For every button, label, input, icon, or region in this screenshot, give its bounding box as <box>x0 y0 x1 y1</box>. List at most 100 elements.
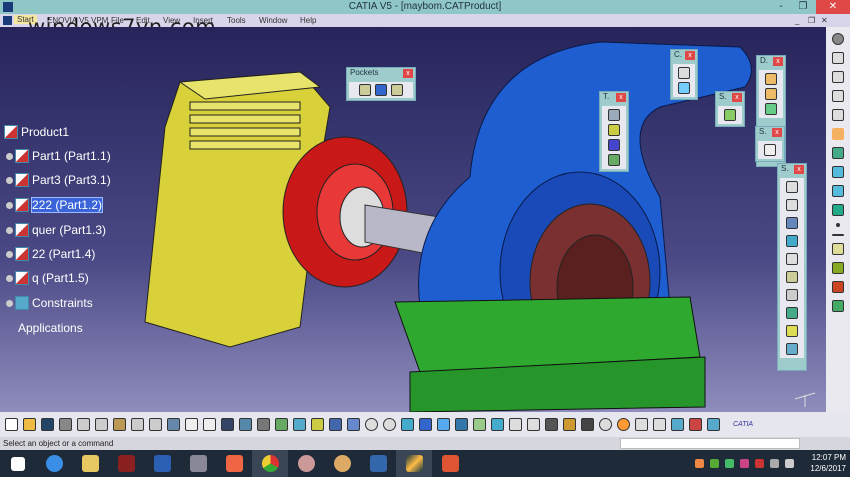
shading-icon[interactable] <box>455 418 468 431</box>
plane-icon[interactable] <box>832 243 844 255</box>
tree-item[interactable]: quer (Part1.3) <box>6 221 106 239</box>
line-icon[interactable] <box>832 234 844 236</box>
pocket-icon[interactable] <box>359 84 371 96</box>
shaft-icon[interactable] <box>786 217 798 229</box>
snap-icon[interactable] <box>599 418 612 431</box>
zoom-in-icon[interactable] <box>365 418 378 431</box>
tree-applications[interactable]: Applications <box>18 319 83 337</box>
swap-space-icon[interactable] <box>491 418 504 431</box>
axis-system-icon[interactable] <box>635 418 648 431</box>
stiffener-icon[interactable] <box>786 307 798 319</box>
tray-icon[interactable] <box>755 459 764 468</box>
taskbar-explorer[interactable] <box>72 450 108 477</box>
pocket-icon[interactable] <box>786 199 798 211</box>
tray-icon[interactable] <box>740 459 749 468</box>
remove-loft-icon[interactable] <box>786 343 798 355</box>
taskbar-catia[interactable] <box>396 450 432 477</box>
print-icon[interactable] <box>59 418 72 431</box>
constraint-icon[interactable] <box>678 67 690 79</box>
catalog-icon[interactable] <box>832 300 844 312</box>
command-input[interactable] <box>620 438 800 449</box>
translate-icon[interactable] <box>608 109 620 121</box>
pad-icon[interactable] <box>786 181 798 193</box>
views-icon[interactable] <box>419 418 432 431</box>
hole-icon[interactable] <box>375 84 387 96</box>
select-arrow-icon[interactable] <box>832 128 844 140</box>
taskbar-app2[interactable] <box>216 450 252 477</box>
exit-icon[interactable] <box>275 418 288 431</box>
iso-view-icon[interactable] <box>437 418 450 431</box>
toolbar-close-button[interactable]: x <box>685 51 695 60</box>
tree-item[interactable]: Part1 (Part1.1) <box>6 147 111 165</box>
analysis-icon[interactable] <box>689 418 702 431</box>
taskbar-app[interactable] <box>108 450 144 477</box>
doc-close-button[interactable]: ✕ <box>821 16 828 25</box>
grid-icon[interactable] <box>653 418 666 431</box>
paste-icon[interactable] <box>113 418 126 431</box>
chamfer-icon[interactable] <box>765 88 777 100</box>
taskbar-app5[interactable] <box>432 450 468 477</box>
tree-icon[interactable] <box>239 418 252 431</box>
normal-view-icon[interactable] <box>401 418 414 431</box>
expand-icon[interactable] <box>6 274 13 282</box>
tree-item[interactable]: Part3 (Part3.1) <box>6 171 111 189</box>
toolbar-close-button[interactable]: x <box>403 69 413 78</box>
apply-material-icon[interactable] <box>707 418 720 431</box>
scale-icon[interactable] <box>608 154 620 166</box>
save-icon[interactable] <box>41 418 54 431</box>
new-icon[interactable] <box>5 418 18 431</box>
groove-icon[interactable] <box>391 84 403 96</box>
taskbar-ie[interactable] <box>36 450 72 477</box>
groove-icon[interactable] <box>786 235 798 247</box>
start-button[interactable] <box>0 450 36 477</box>
toolbar-close-button[interactable]: x <box>794 165 804 174</box>
t-toolbar[interactable]: T. x <box>599 91 629 172</box>
taskbar-word[interactable] <box>144 450 180 477</box>
open-icon[interactable] <box>23 418 36 431</box>
view-icon[interactable] <box>832 109 844 121</box>
solid-icon[interactable] <box>724 109 736 121</box>
part-body-icon[interactable] <box>832 147 844 159</box>
gear-icon[interactable] <box>832 33 844 45</box>
sketcher-icon[interactable] <box>764 144 776 156</box>
expand-icon[interactable] <box>6 152 13 160</box>
fly-icon[interactable] <box>293 418 306 431</box>
expand-icon[interactable] <box>6 201 13 209</box>
s3-toolbar[interactable]: S. x <box>777 163 807 371</box>
mirror-icon[interactable] <box>608 124 620 136</box>
loft-icon[interactable] <box>786 325 798 337</box>
toolbar-close-button[interactable]: x <box>773 57 783 66</box>
view-icon[interactable] <box>832 52 844 64</box>
expand-icon[interactable] <box>6 299 13 307</box>
c-toolbar[interactable]: C. x <box>670 49 698 100</box>
tree-item[interactable]: q (Part1.5) <box>6 269 89 287</box>
toolbar-close-button[interactable]: x <box>616 93 626 102</box>
menu-window[interactable]: Window <box>259 16 287 25</box>
pattern-icon[interactable] <box>608 139 620 151</box>
expand-icon[interactable] <box>6 226 13 234</box>
restore-button[interactable]: ❐ <box>792 0 814 14</box>
sketch-icon[interactable] <box>678 82 690 94</box>
chrome-tray-icon[interactable] <box>695 459 704 468</box>
table-icon[interactable] <box>221 418 234 431</box>
tree-item-selected[interactable]: 222 (Part1.2) <box>6 196 104 214</box>
s2-toolbar[interactable]: S. x <box>755 126 785 162</box>
point-icon[interactable] <box>836 223 840 227</box>
rib-icon[interactable] <box>786 271 798 283</box>
redo-icon[interactable] <box>149 418 162 431</box>
taskbar-network[interactable] <box>180 450 216 477</box>
taskbar-chrome[interactable] <box>252 450 288 477</box>
body-icon[interactable] <box>832 166 844 178</box>
undo-icon[interactable] <box>131 418 144 431</box>
tree-root[interactable]: Product1 <box>4 123 69 141</box>
menu-tools[interactable]: Tools <box>227 16 246 25</box>
hide-show-icon[interactable] <box>473 418 486 431</box>
camera-icon[interactable] <box>581 418 594 431</box>
formula-icon[interactable] <box>185 418 198 431</box>
pan-icon[interactable] <box>329 418 342 431</box>
clock[interactable]: 12:07 PM 12/6/2017 <box>810 452 846 474</box>
hole-icon[interactable] <box>786 253 798 265</box>
view-icon[interactable] <box>832 90 844 102</box>
slot-icon[interactable] <box>786 289 798 301</box>
menu-help[interactable]: Help <box>300 16 316 25</box>
